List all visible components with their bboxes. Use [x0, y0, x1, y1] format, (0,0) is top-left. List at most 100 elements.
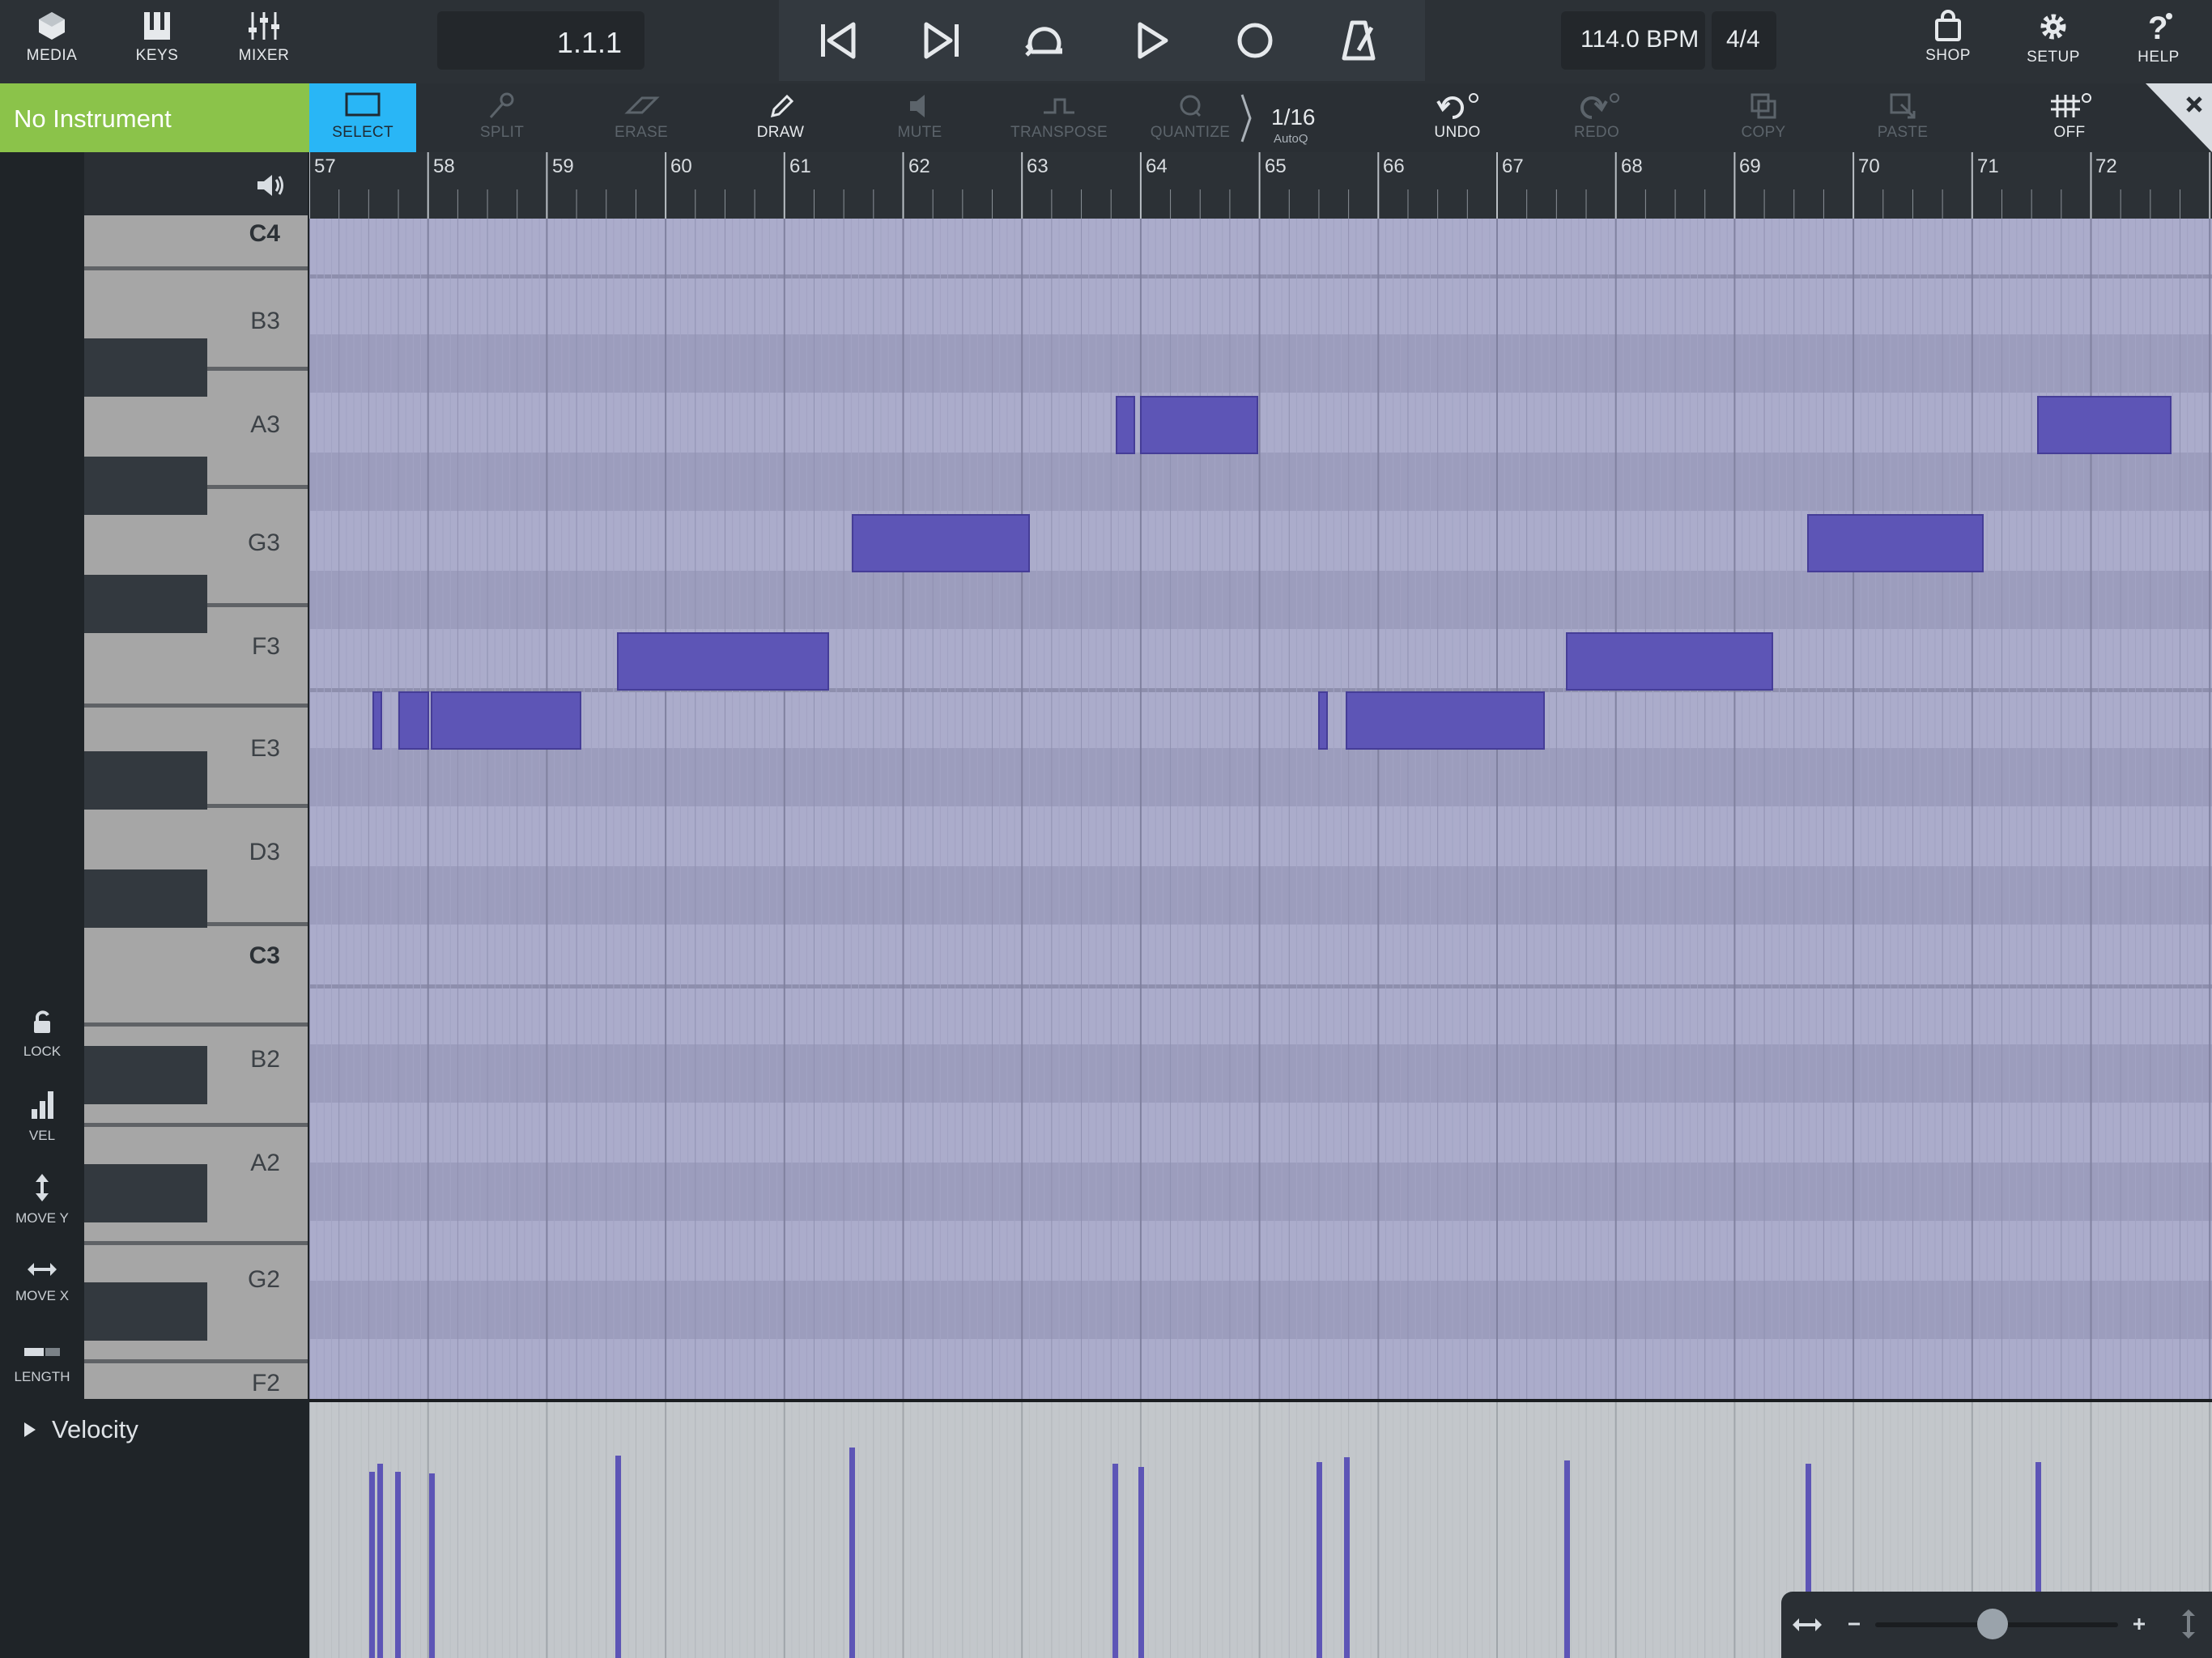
paste-button[interactable]: PASTE [1861, 83, 1945, 152]
key-label-c3: C3 [249, 942, 280, 969]
zoom-in-icon[interactable] [2131, 1616, 2147, 1632]
quantize-tool-button[interactable]: QUANTIZE [1148, 83, 1232, 152]
velocity-expand-icon[interactable] [24, 1422, 36, 1437]
position-value: 1.1.1 [556, 26, 622, 59]
piano-key-g-sharp3[interactable] [84, 457, 207, 515]
piano-key-a-sharp3[interactable] [84, 338, 207, 397]
select-label: SELECT [332, 124, 393, 141]
speaker-icon[interactable] [254, 172, 287, 199]
midi-note[interactable] [1807, 514, 1984, 572]
select-icon [345, 92, 381, 117]
piano-key-c-sharp3[interactable] [84, 869, 207, 928]
velocity-bar[interactable] [1112, 1464, 1118, 1658]
shop-label: SHOP [1925, 47, 1971, 64]
erase-tool-button[interactable]: ERASE [601, 83, 682, 152]
bar-number: 63 [1027, 155, 1049, 177]
time-signature-display[interactable]: 4/4 [1712, 11, 1776, 70]
copy-button[interactable]: COPY [1723, 83, 1804, 152]
transpose-tool-button[interactable]: TRANSPOSE [1010, 83, 1108, 152]
midi-note[interactable] [372, 691, 382, 750]
move-y-button[interactable]: MOVE Y [0, 1172, 84, 1226]
midi-note[interactable] [1116, 396, 1135, 454]
grid-icon [2051, 93, 2091, 117]
velocity-bar[interactable] [615, 1456, 621, 1658]
zoom-out-icon[interactable] [1846, 1616, 1862, 1632]
midi-note[interactable] [1140, 396, 1258, 454]
timeline-ruler[interactable]: 57 58 59 60 61 62 63 64 65 66 67 68 69 7… [309, 152, 2212, 219]
midi-note[interactable] [1318, 691, 1328, 750]
piano-key-f-sharp2[interactable] [84, 1282, 207, 1341]
quantize-value[interactable]: 1/16 [1271, 104, 1316, 130]
velocity-bar[interactable] [1317, 1462, 1322, 1658]
split-icon [489, 92, 514, 118]
keys-label: KEYS [135, 47, 179, 64]
bar-number: 57 [314, 155, 336, 177]
zoom-slider-handle[interactable] [1977, 1609, 2008, 1639]
help-button[interactable]: ? HELP [2121, 0, 2196, 81]
velocity-bar[interactable] [1344, 1457, 1350, 1658]
midi-note[interactable] [1566, 632, 1773, 691]
velocity-tool-button[interactable]: VEL [0, 1090, 84, 1144]
midi-note[interactable] [1346, 691, 1545, 750]
velocity-label[interactable]: Velocity [52, 1415, 138, 1444]
midi-note[interactable] [617, 632, 829, 691]
bar-number: 59 [552, 155, 574, 177]
key-label-d3: D3 [249, 839, 280, 865]
setup-button[interactable]: SETUP [2016, 0, 2091, 81]
media-button[interactable]: MEDIA [11, 0, 92, 81]
midi-note[interactable] [431, 691, 581, 750]
midi-note[interactable] [398, 691, 429, 750]
velocity-bar[interactable] [395, 1472, 401, 1658]
piano-key-d-sharp3[interactable] [84, 751, 207, 810]
velocity-bar[interactable] [849, 1448, 855, 1658]
piano-key-c3[interactable] [84, 926, 308, 1027]
lock-button[interactable]: LOCK [0, 1009, 84, 1060]
redo-icon [1580, 93, 1619, 119]
velocity-bar[interactable] [1138, 1467, 1144, 1658]
midi-note[interactable] [2037, 396, 2172, 454]
position-display[interactable]: 1.1.1 [437, 11, 644, 70]
select-tool-button[interactable]: SELECT [309, 83, 416, 152]
shop-button[interactable]: SHOP [1911, 0, 1985, 81]
mixer-button[interactable]: MIXER [223, 0, 304, 81]
bar-number: 71 [1977, 155, 1999, 177]
velocity-bar[interactable] [429, 1473, 435, 1658]
mute-tool-button[interactable]: MUTE [879, 83, 960, 152]
bar-number: 62 [908, 155, 930, 177]
redo-button[interactable]: REDO [1556, 83, 1637, 152]
close-editor-button[interactable] [2146, 83, 2212, 152]
horizontal-zoom-icon[interactable] [1791, 1611, 1823, 1639]
piano-roll-grid[interactable] [309, 219, 2212, 1399]
bar-number: 68 [1621, 155, 1643, 177]
length-button[interactable]: LENGTH [0, 1342, 84, 1385]
keys-button[interactable]: KEYS [118, 0, 196, 81]
split-tool-button[interactable]: SPLIT [462, 83, 542, 152]
piano-key-f-sharp3[interactable] [84, 575, 207, 633]
draw-tool-button[interactable]: DRAW [740, 83, 821, 152]
tempo-display[interactable]: 114.0 BPM [1561, 11, 1705, 70]
loop-icon[interactable] [1020, 16, 1072, 65]
move-x-button[interactable]: MOVE X [0, 1258, 84, 1304]
piano-key-a-sharp2[interactable] [84, 1046, 207, 1104]
instrument-selector[interactable]: No Instrument [0, 83, 309, 152]
key-label-c4: C4 [249, 220, 280, 247]
skip-end-icon[interactable] [917, 16, 968, 65]
record-icon[interactable] [1229, 16, 1281, 65]
grid-lines [309, 219, 2211, 1399]
metronome-icon[interactable] [1333, 16, 1385, 65]
velocity-bar[interactable] [377, 1464, 383, 1658]
svg-text:?: ? [2148, 11, 2167, 44]
piano-key-g-sharp2[interactable] [84, 1164, 207, 1222]
split-label: SPLIT [479, 124, 525, 141]
bar-number: 66 [1383, 155, 1405, 177]
vertical-zoom-icon[interactable] [2178, 1608, 2199, 1640]
velocity-bar[interactable] [369, 1472, 375, 1658]
play-icon[interactable] [1125, 16, 1177, 65]
midi-note[interactable] [852, 514, 1030, 572]
undo-button[interactable]: UNDO [1417, 83, 1498, 152]
piano-keyboard: C4 B3 A3 G3 F3 E3 D3 C3 B2 A2 G2 F2 [84, 152, 308, 1399]
snap-grid-button[interactable]: OFF [2029, 83, 2110, 152]
rewind-icon[interactable] [811, 16, 863, 65]
quantize-bracket-icon [1240, 94, 1252, 142]
velocity-bar[interactable] [1564, 1460, 1570, 1658]
